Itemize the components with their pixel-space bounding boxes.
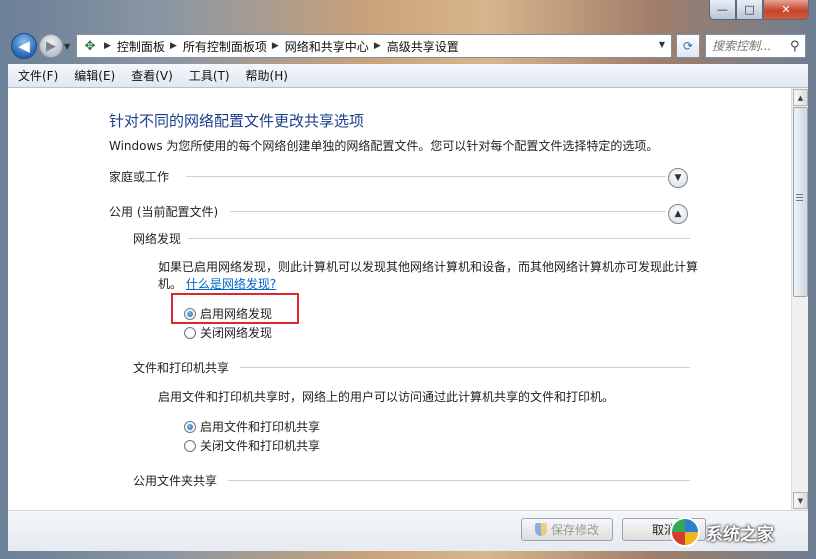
- divider: [188, 238, 690, 239]
- breadcrumb-separator-icon[interactable]: ▶: [272, 41, 279, 51]
- breadcrumb-advanced-sharing[interactable]: 高级共享设置: [387, 38, 459, 55]
- settings-content: 针对不同的网络配置文件更改共享选项 Windows 为您所使用的每个网络创建单独…: [8, 88, 791, 510]
- radio-label: 关闭文件和打印机共享: [200, 439, 321, 453]
- watermark-logo-icon: [670, 517, 700, 547]
- menu-bar: 文件(F) 编辑(E) 查看(V) 工具(T) 帮助(H): [8, 64, 808, 88]
- menu-view[interactable]: 查看(V): [123, 67, 181, 84]
- refresh-button[interactable]: ⟳: [676, 34, 700, 58]
- section-heading: 公用文件夹共享: [133, 474, 218, 488]
- divider: [240, 367, 690, 368]
- file-printer-sharing-heading: 文件和打印机共享: [133, 359, 229, 376]
- radio-unselected-icon[interactable]: [184, 439, 196, 452]
- section-heading: 文件和打印机共享: [133, 361, 230, 375]
- forward-button[interactable]: ▶: [39, 34, 63, 58]
- title-bar: — □ ✕: [0, 0, 816, 30]
- file-printer-sharing-description: 启用文件和打印机共享时，网络上的用户可以访问通过此计算机共享的文件和打印机。: [158, 389, 698, 406]
- page-title: 针对不同的网络配置文件更改共享选项: [109, 112, 365, 130]
- navigation-bar: ◀ ▶ ▼ ✥ ▶ 控制面板 ▶ 所有控制面板项 ▶ 网络和共享中心 ▶ 高级共…: [0, 30, 816, 64]
- breadcrumb-separator-icon[interactable]: ▶: [374, 41, 381, 51]
- watermark-text: 系统之家: [706, 524, 774, 545]
- recent-pages-dropdown-icon[interactable]: ▼: [64, 42, 70, 51]
- network-discovery-description: 如果已启用网络发现，则此计算机可以发现其他网络计算机和设备，而其他网络计算机亦可…: [158, 259, 698, 293]
- menu-help[interactable]: 帮助(H): [238, 67, 296, 84]
- maximize-button[interactable]: □: [736, 0, 763, 20]
- breadcrumb-separator-icon[interactable]: ▶: [104, 41, 111, 51]
- close-button[interactable]: ✕: [763, 0, 809, 20]
- radio-enable-file-sharing[interactable]: 启用文件和打印机共享: [184, 418, 320, 435]
- search-box[interactable]: ⚲: [705, 34, 806, 58]
- search-input[interactable]: [712, 39, 788, 53]
- highlight-annotation-box: [171, 293, 299, 324]
- breadcrumb-all-items[interactable]: 所有控制面板项: [183, 38, 267, 55]
- section-heading: 网络发现: [133, 232, 182, 246]
- divider: [230, 211, 666, 212]
- button-label: 保存修改: [550, 523, 599, 537]
- address-bar[interactable]: ✥ ▶ 控制面板 ▶ 所有控制面板项 ▶ 网络和共享中心 ▶ 高级共享设置 ▼: [76, 34, 672, 58]
- radio-disable-file-sharing[interactable]: 关闭文件和打印机共享: [184, 437, 320, 454]
- site-watermark: 系统之家: [670, 512, 810, 552]
- divider: [186, 176, 666, 177]
- radio-label: 关闭网络发现: [200, 326, 273, 340]
- breadcrumb-separator-icon[interactable]: ▶: [170, 41, 177, 51]
- expand-chevron-down-icon[interactable]: ▼: [668, 168, 688, 188]
- address-dropdown-icon[interactable]: ▼: [659, 40, 665, 49]
- vertical-scrollbar[interactable]: ▲ ▼: [791, 88, 808, 510]
- menu-tools[interactable]: 工具(T): [181, 67, 238, 84]
- scroll-up-arrow-icon[interactable]: ▲: [793, 89, 808, 106]
- menu-file[interactable]: 文件(F): [10, 67, 66, 84]
- profile-header-public[interactable]: 公用 (当前配置文件): [109, 203, 225, 220]
- profile-label: 公用 (当前配置文件): [109, 205, 225, 219]
- breadcrumb: ▶ 控制面板 ▶ 所有控制面板项 ▶ 网络和共享中心 ▶ 高级共享设置: [99, 38, 459, 55]
- uac-shield-icon: [534, 523, 547, 536]
- collapse-chevron-up-icon[interactable]: ▲: [668, 204, 688, 224]
- radio-unselected-icon[interactable]: [184, 326, 196, 339]
- save-changes-button[interactable]: 保存修改: [521, 518, 613, 541]
- minimize-button[interactable]: —: [709, 0, 736, 20]
- divider: [228, 480, 690, 481]
- radio-disable-network-discovery[interactable]: 关闭网络发现: [184, 324, 272, 341]
- control-panel-window: — □ ✕ ◀ ▶ ▼ ✥ ▶ 控制面板 ▶ 所有控制面板项 ▶ 网络和共享中心…: [0, 0, 816, 559]
- breadcrumb-control-panel[interactable]: 控制面板: [117, 38, 165, 55]
- what-is-network-discovery-link[interactable]: 什么是网络发现?: [186, 277, 276, 291]
- breadcrumb-network-center[interactable]: 网络和共享中心: [285, 38, 369, 55]
- page-description: Windows 为您所使用的每个网络创建单独的网络配置文件。您可以针对每个配置文…: [109, 139, 659, 153]
- back-button[interactable]: ◀: [11, 33, 37, 59]
- profile-label: 家庭或工作: [109, 170, 176, 184]
- profile-header-home-work[interactable]: 家庭或工作: [109, 168, 176, 185]
- menu-edit[interactable]: 编辑(E): [66, 67, 123, 84]
- scroll-down-arrow-icon[interactable]: ▼: [793, 492, 808, 509]
- network-icon: ✥: [84, 38, 96, 54]
- public-folder-sharing-heading: 公用文件夹共享: [133, 472, 217, 489]
- scroll-grip-icon: [796, 194, 803, 203]
- search-icon[interactable]: ⚲: [790, 39, 800, 54]
- radio-selected-icon[interactable]: [184, 420, 196, 433]
- window-controls: — □ ✕: [709, 0, 809, 20]
- section-text: 启用文件和打印机共享时，网络上的用户可以访问通过此计算机共享的文件和打印机。: [158, 390, 615, 404]
- radio-label: 启用文件和打印机共享: [200, 420, 321, 434]
- network-discovery-heading: 网络发现: [133, 230, 181, 247]
